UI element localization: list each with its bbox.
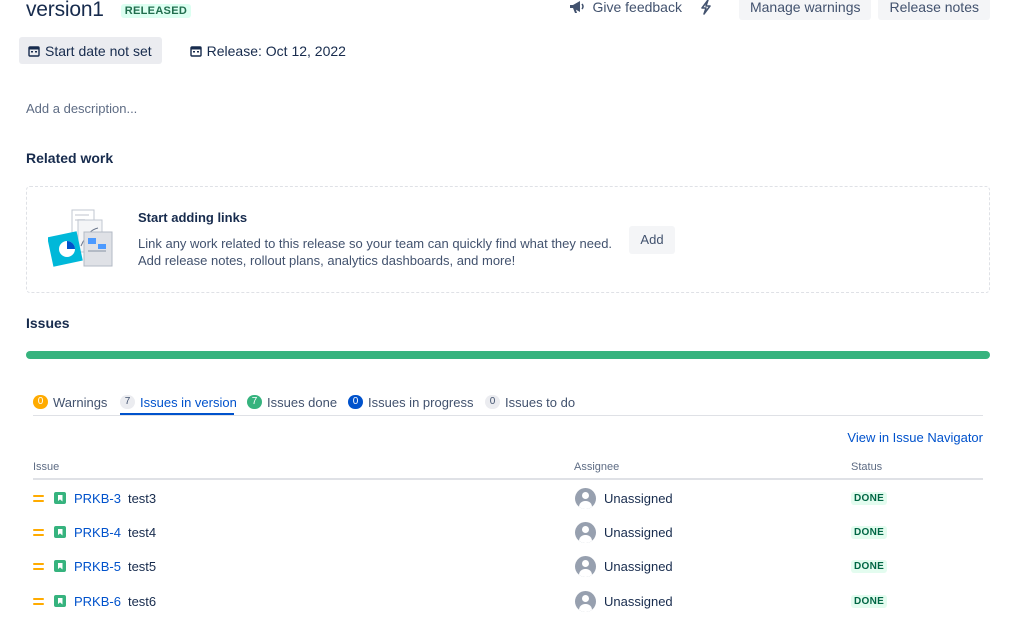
assignee-cell: Unassigned [575, 515, 673, 549]
avatar [575, 487, 596, 509]
priority-medium-icon [33, 527, 44, 537]
tab-label: Issues done [267, 394, 338, 410]
calendar-icon [28, 45, 40, 57]
megaphone-icon [570, 0, 585, 13]
assignee-name: Unassigned [604, 524, 673, 540]
status-badge: DONE [851, 491, 888, 505]
issue-cell: PRKB-4 test4 [33, 515, 156, 549]
dates-row: Start date not set Release: Oct 12, 2022 [19, 37, 346, 64]
priority-medium-icon [33, 596, 44, 606]
assignee-name: Unassigned [604, 593, 673, 609]
assignee-cell: Unassigned [575, 584, 673, 617]
tab-issues-done[interactable]: 7 Issues done [247, 392, 337, 412]
avatar [575, 590, 596, 612]
issue-summary: test3 [127, 490, 157, 506]
page-title: version1 [26, 0, 104, 21]
story-icon [54, 526, 66, 538]
issue-key-link[interactable]: PRKB-6 [74, 594, 121, 609]
issue-summary: test4 [127, 524, 157, 540]
priority-medium-icon [33, 561, 44, 571]
related-work-title: Start adding links [138, 210, 248, 225]
active-tab-indicator [120, 413, 234, 415]
status-cell: DONE [851, 515, 888, 549]
header-actions: Give feedback Manage warnings Release no… [569, 0, 990, 20]
start-date-button[interactable]: Start date not set [19, 37, 162, 64]
tab-warnings[interactable]: 0 Warnings [33, 392, 107, 412]
story-icon [54, 595, 66, 607]
column-header-assignee[interactable]: Assignee [574, 461, 619, 473]
tab-label: Warnings [53, 394, 108, 410]
tab-count: 0 [33, 395, 48, 409]
table-row[interactable]: PRKB-6 test6 Unassigned DONE [33, 584, 983, 617]
avatar [575, 521, 596, 543]
related-work-text: Link any work related to this release so… [138, 235, 612, 269]
release-date-label: Release: Oct 12, 2022 [206, 42, 346, 59]
tab-label: Issues in version [140, 394, 237, 410]
version-header: version1 RELEASED [26, 0, 192, 24]
issue-summary: test6 [127, 593, 157, 609]
start-date-label: Start date not set [45, 42, 152, 59]
status-badge: DONE [851, 559, 888, 573]
description-field[interactable]: Add a description... [26, 101, 137, 116]
story-icon [54, 492, 66, 504]
manage-warnings-button[interactable]: Manage warnings [738, 0, 872, 20]
tab-issues-in-progress[interactable]: 0 Issues in progress [348, 392, 474, 412]
issue-cell: PRKB-5 test5 [33, 549, 156, 583]
tab-count: 7 [247, 395, 262, 409]
assignee-name: Unassigned [604, 490, 673, 506]
status-cell: DONE [851, 584, 888, 617]
status-badge: RELEASED [120, 4, 192, 18]
priority-medium-icon [33, 493, 44, 503]
status-badge: DONE [851, 525, 888, 539]
tab-count: 0 [348, 395, 363, 409]
release-notes-button[interactable]: Release notes [878, 0, 990, 20]
status-badge: DONE [851, 594, 888, 608]
lightning-bolt-icon [701, 0, 711, 15]
issue-summary: test5 [127, 558, 157, 574]
table-row[interactable]: PRKB-4 test4 Unassigned DONE [33, 515, 983, 549]
avatar [575, 555, 596, 577]
view-in-issue-navigator-link[interactable]: View in Issue Navigator [847, 430, 983, 445]
tab-issues-to-do[interactable]: 0 Issues to do [485, 392, 575, 412]
tab-label: Issues to do [505, 394, 576, 410]
story-icon [54, 560, 66, 572]
tab-count: 0 [485, 395, 500, 409]
assignee-cell: Unassigned [575, 481, 673, 515]
tab-count: 7 [120, 395, 135, 409]
assignee-name: Unassigned [604, 558, 673, 574]
related-work-text-line-2: Add release notes, rollout plans, analyt… [138, 253, 516, 268]
automation-button[interactable] [700, 0, 712, 15]
issue-key-link[interactable]: PRKB-3 [74, 491, 121, 506]
issue-key-link[interactable]: PRKB-4 [74, 525, 121, 540]
calendar-icon [189, 45, 202, 57]
tab-label: Issues in progress [368, 394, 474, 410]
give-feedback-button[interactable]: Give feedback [569, 0, 682, 15]
add-link-button[interactable]: Add [629, 226, 675, 254]
related-work-panel: Start adding links Link any work related… [26, 186, 990, 293]
give-feedback-label: Give feedback [592, 0, 682, 15]
issue-key-link[interactable]: PRKB-5 [74, 559, 121, 574]
column-header-status[interactable]: Status [851, 461, 882, 473]
status-cell: DONE [851, 549, 888, 583]
issues-heading: Issues [26, 315, 70, 331]
documents-illustration-icon [48, 209, 113, 267]
tab-issues-in-version[interactable]: 7 Issues in version [120, 392, 237, 412]
table-row[interactable]: PRKB-3 test3 Unassigned DONE [33, 481, 983, 515]
status-cell: DONE [851, 481, 888, 515]
issue-cell: PRKB-6 test6 [33, 584, 156, 617]
related-work-heading: Related work [26, 150, 114, 166]
release-date-button[interactable]: Release: Oct 12, 2022 [189, 42, 346, 59]
assignee-cell: Unassigned [575, 549, 673, 583]
table-row[interactable]: PRKB-5 test5 Unassigned DONE [33, 549, 983, 583]
issues-progress-bar [26, 351, 990, 359]
issue-cell: PRKB-3 test3 [33, 481, 156, 515]
related-work-text-line-1: Link any work related to this release so… [138, 236, 613, 251]
column-header-issue[interactable]: Issue [33, 461, 59, 473]
issues-table-header: Issue Assignee Status [33, 461, 983, 480]
